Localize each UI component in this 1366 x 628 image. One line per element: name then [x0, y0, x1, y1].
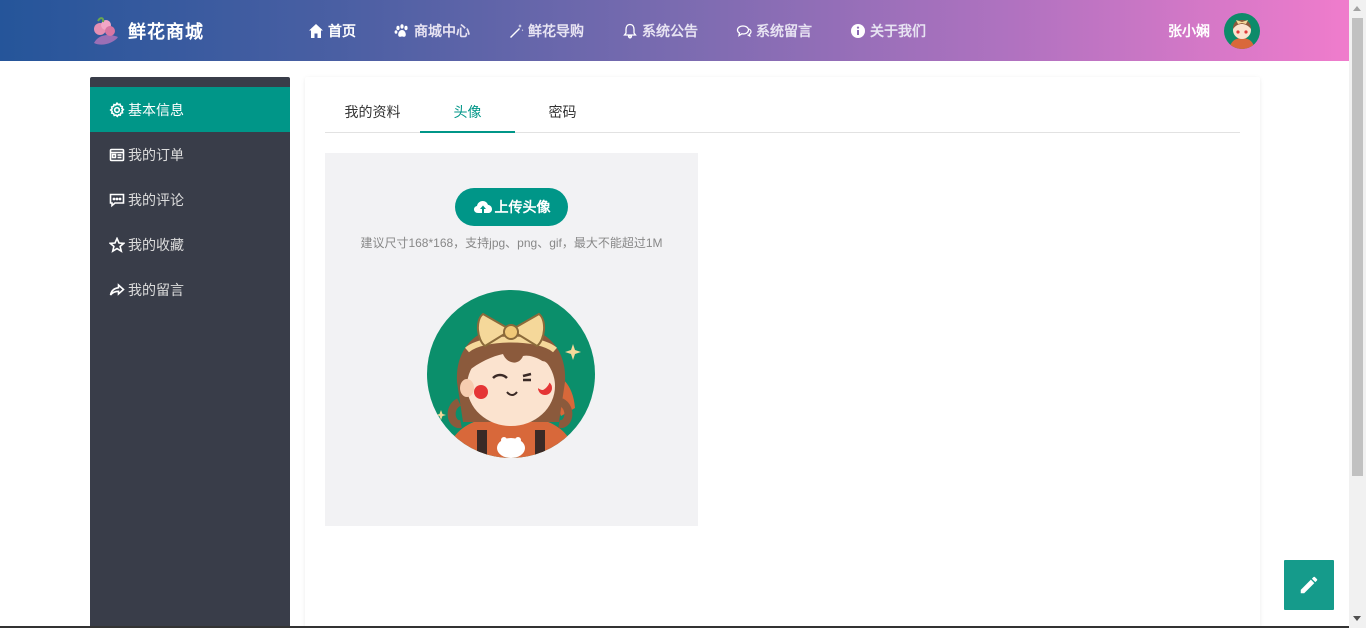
- nav-label: 关于我们: [870, 22, 926, 39]
- gear-icon: [109, 101, 125, 117]
- sidebar-item-messages[interactable]: 我的留言: [90, 267, 290, 312]
- nav-about[interactable]: 关于我们: [850, 21, 926, 41]
- sidebar-item-label: 我的留言: [128, 281, 184, 298]
- avatar-illustration: [427, 290, 595, 458]
- sidebar-item-label: 基本信息: [128, 101, 184, 118]
- order-icon: [109, 148, 125, 161]
- top-navbar: 鲜花商城 首页 商城中心 鲜花导购 系统公告 系统留言 关于我们 张小娴: [0, 0, 1349, 61]
- upload-avatar-button[interactable]: 上传头像: [455, 188, 568, 226]
- nav-label: 商城中心: [414, 22, 470, 39]
- scroll-up-arrow-icon[interactable]: [1353, 6, 1361, 11]
- sidebar-item-favorites[interactable]: 我的收藏: [90, 222, 290, 267]
- sidebar-item-label: 我的评论: [128, 191, 184, 208]
- user-name: 张小娴: [1168, 23, 1210, 39]
- main-content-card: 我的资料 头像 密码 上传头像 建议尺寸168*168，支持jpg、png、gi…: [305, 77, 1260, 628]
- share-icon: [109, 282, 125, 296]
- scroll-thumb[interactable]: [1352, 18, 1363, 476]
- avatar[interactable]: [1224, 13, 1260, 49]
- current-avatar: [427, 290, 595, 458]
- sidebar-item-orders[interactable]: 我的订单: [90, 132, 290, 177]
- edit-fab-button[interactable]: [1284, 560, 1334, 610]
- sidebar-item-basic-info[interactable]: 基本信息: [90, 87, 290, 132]
- nav-label: 系统公告: [642, 22, 698, 39]
- info-icon: [851, 23, 865, 38]
- bell-icon: [623, 23, 637, 38]
- sidebar-item-label: 我的收藏: [128, 236, 184, 253]
- nav-mall-center[interactable]: 商城中心: [394, 21, 470, 41]
- flower-logo-icon: [94, 17, 118, 45]
- magic-wand-icon: [510, 23, 524, 38]
- paw-icon: [394, 23, 408, 37]
- tab-password[interactable]: 密码: [515, 93, 610, 133]
- nav-messages[interactable]: 系统留言: [736, 21, 812, 41]
- user-menu[interactable]: 张小娴: [1168, 13, 1260, 49]
- sidebar-item-comments[interactable]: 我的评论: [90, 177, 290, 222]
- scroll-down-arrow-icon[interactable]: [1353, 616, 1361, 621]
- nav-announcements[interactable]: 系统公告: [622, 21, 698, 41]
- nav-label: 首页: [328, 22, 356, 39]
- profile-tabs: 我的资料 头像 密码: [325, 93, 1240, 133]
- nav-flower-guide[interactable]: 鲜花导购: [508, 21, 584, 41]
- pencil-icon: [1300, 576, 1318, 594]
- avatar-upload-panel: 上传头像 建议尺寸168*168，支持jpg、png、gif，最大不能超过1M: [325, 153, 698, 526]
- chat-icon: [736, 24, 752, 37]
- brand-name: 鲜花商城: [128, 22, 204, 42]
- tab-avatar[interactable]: 头像: [420, 93, 515, 133]
- sidebar: 基本信息 我的订单 我的评论 我的收藏 我的留言: [90, 77, 290, 628]
- nav-label: 系统留言: [756, 22, 812, 39]
- cloud-upload-icon: [473, 201, 492, 213]
- main-nav: 首页 商城中心 鲜花导购 系统公告 系统留言 关于我们: [308, 0, 964, 61]
- tab-my-profile[interactable]: 我的资料: [325, 93, 420, 133]
- nav-home[interactable]: 首页: [308, 21, 356, 41]
- nav-label: 鲜花导购: [528, 22, 584, 39]
- comment-icon: [109, 193, 125, 207]
- brand-logo[interactable]: 鲜花商城: [88, 13, 204, 49]
- sidebar-item-label: 我的订单: [128, 146, 184, 163]
- upload-hint: 建议尺寸168*168，支持jpg、png、gif，最大不能超过1M: [360, 236, 663, 250]
- upload-avatar-label: 上传头像: [494, 199, 551, 215]
- user-avatar-image: [1224, 13, 1260, 49]
- star-icon: [109, 236, 125, 253]
- page-scrollbar[interactable]: [1349, 0, 1366, 628]
- home-icon: [309, 23, 323, 38]
